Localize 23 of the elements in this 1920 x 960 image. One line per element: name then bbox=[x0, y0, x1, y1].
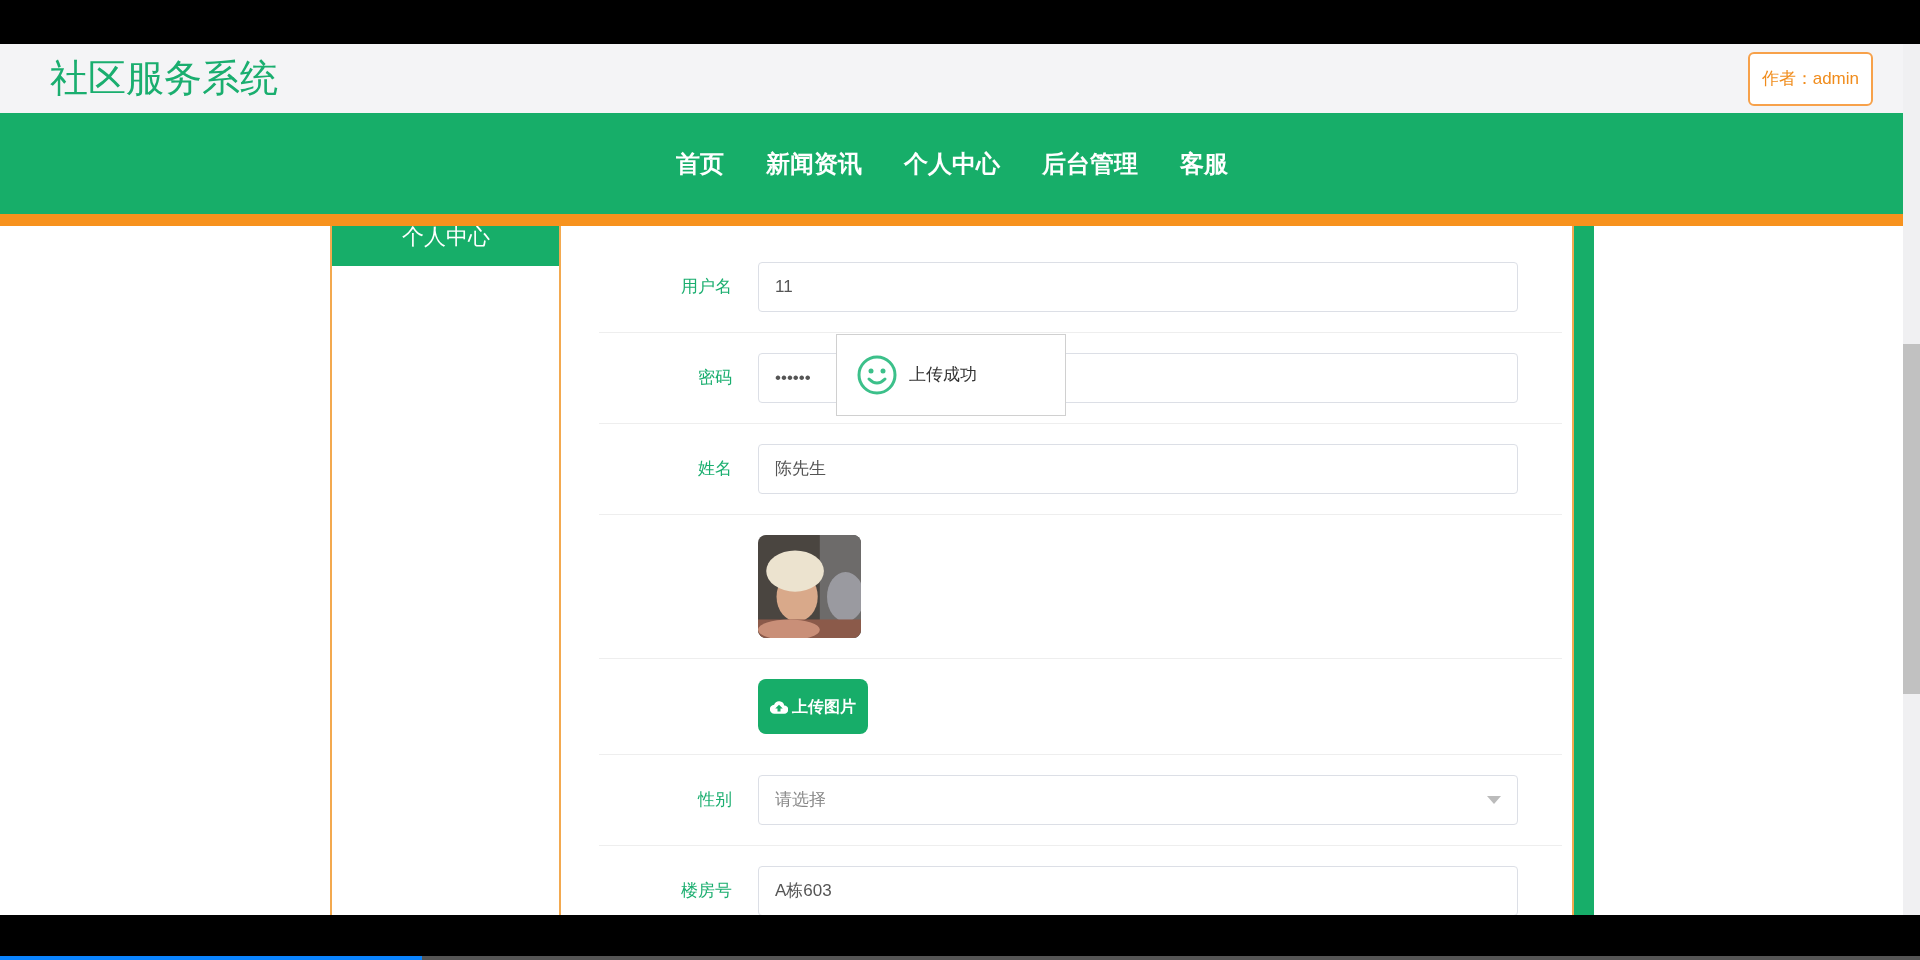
nav-link[interactable]: 个人中心 bbox=[903, 145, 1000, 182]
sidebar-title: 个人中心 bbox=[332, 226, 559, 266]
nav-link[interactable]: 客服 bbox=[1179, 145, 1228, 182]
author-button[interactable]: 作者：admin bbox=[1747, 51, 1873, 106]
field-label: 密码 bbox=[698, 368, 732, 388]
smiley-icon bbox=[857, 355, 897, 395]
field-label: 用户名 bbox=[681, 277, 732, 297]
select-field[interactable]: 请选择 bbox=[758, 775, 1518, 825]
cloud-upload-icon bbox=[770, 699, 788, 714]
site-title: 社区服务系统 bbox=[50, 56, 278, 101]
input-field[interactable]: A栋603 bbox=[758, 866, 1518, 915]
video-progress-bar[interactable] bbox=[0, 956, 1920, 960]
field-label: 楼房号 bbox=[681, 881, 732, 901]
field-label: 姓名 bbox=[698, 459, 732, 479]
caret-icon bbox=[1487, 796, 1501, 804]
toast-message: 上传成功 bbox=[909, 364, 977, 387]
upload-button[interactable]: 上传图片 bbox=[758, 679, 868, 734]
input-field[interactable]: 陈先生 bbox=[758, 444, 1518, 494]
nav-link[interactable]: 首页 bbox=[675, 145, 724, 182]
nav-link[interactable]: 后台管理 bbox=[1041, 145, 1138, 182]
input-field[interactable]: 11 bbox=[758, 262, 1518, 312]
field-label: 性别 bbox=[698, 790, 732, 810]
nav-link[interactable]: 新闻资讯 bbox=[765, 145, 862, 182]
